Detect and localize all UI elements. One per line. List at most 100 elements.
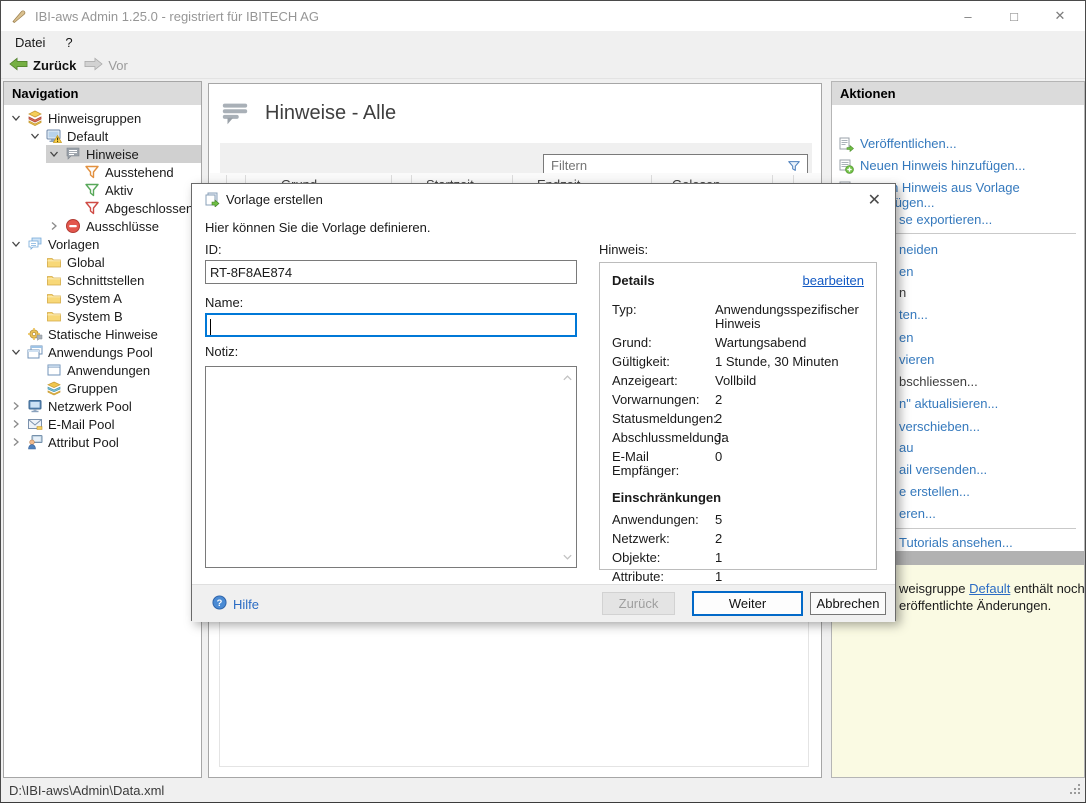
menu-datei[interactable]: Datei: [5, 35, 55, 50]
close-button[interactable]: ✕: [1037, 1, 1083, 31]
scroll-up-icon[interactable]: [562, 370, 573, 385]
id-field[interactable]: [205, 260, 577, 284]
notification-text: enthält noch: [1010, 581, 1084, 596]
action-neiden[interactable]: neiden: [899, 242, 938, 258]
id-label: ID:: [205, 242, 222, 257]
sidebar-item-hinweise[interactable]: Hinweise: [4, 145, 201, 163]
sidebar-item-label: Anwendungs Pool: [48, 345, 153, 360]
sidebar-item-aktiv[interactable]: Aktiv: [4, 181, 201, 199]
resize-grip[interactable]: [1068, 782, 1082, 799]
sidebar-item-netzwerk-pool[interactable]: Netzwerk Pool: [4, 397, 201, 415]
dialog-subtitle: Hier können Sie die Vorlage definieren.: [205, 220, 430, 235]
sidebar-item-label: Netzwerk Pool: [48, 399, 132, 414]
hilfe-link[interactable]: ? Hilfe: [212, 595, 259, 613]
dialog-close-icon[interactable]: ✕: [868, 190, 881, 210]
detail-label: Objekte:: [612, 551, 715, 565]
data-file-path: D:\IBI-aws\Admin\Data.xml: [9, 783, 164, 798]
name-field[interactable]: [205, 313, 577, 337]
filter-input[interactable]: [544, 158, 787, 173]
app-logo-icon: [11, 8, 27, 24]
action-eren[interactable]: eren...: [899, 506, 936, 522]
details-row: Vorwarnungen:2: [612, 393, 864, 407]
forward-button[interactable]: Vor: [84, 57, 128, 74]
folder-icon: [46, 272, 62, 288]
detail-value: 1: [715, 570, 864, 584]
action-se-exportieren[interactable]: se exportieren...: [899, 212, 992, 228]
chevron-right-icon[interactable]: [10, 418, 27, 430]
detail-label: Abschlussmeldung:: [612, 431, 715, 445]
filter-funnel-icon[interactable]: [787, 159, 801, 173]
details-row: E-Mail Empfänger:0: [612, 450, 864, 478]
detail-label: E-Mail Empfänger:: [612, 450, 715, 478]
notiz-scrollbar[interactable]: [559, 368, 575, 566]
action-ail-versenden[interactable]: ail versenden...: [899, 462, 987, 478]
sidebar-item-system-b[interactable]: System B: [4, 307, 201, 325]
sidebar-item-schnittstellen[interactable]: Schnittstellen: [4, 271, 201, 289]
action-vieren[interactable]: vieren: [899, 352, 934, 368]
sidebar-item-attribut-pool[interactable]: Attribut Pool: [4, 433, 201, 451]
action-neuen-hinweis-hinzufügen[interactable]: Neuen Hinweis hinzufügen...: [838, 158, 1026, 174]
menu-help[interactable]: ?: [55, 35, 82, 50]
sidebar-item-vorlagen[interactable]: Vorlagen: [4, 235, 201, 253]
notiz-label: Notiz:: [205, 344, 238, 359]
chevron-right-icon[interactable]: [48, 220, 65, 232]
abbrechen-button[interactable]: Abbrechen: [810, 592, 886, 615]
sidebar-item-label: Ausstehend: [105, 165, 174, 180]
detail-label: Attribute:: [612, 570, 715, 584]
sidebar-item-default[interactable]: Default: [4, 127, 201, 145]
sidebar-item-hinweisgruppen[interactable]: Hinweisgruppen: [4, 109, 201, 127]
sidebar-item-statische-hinweise[interactable]: Statische Hinweise: [4, 325, 201, 343]
action-e-erstellen[interactable]: e erstellen...: [899, 484, 970, 500]
folder-icon: [46, 308, 62, 324]
sidebar-item-anwendungen[interactable]: Anwendungen: [4, 361, 201, 379]
sidebar-item-anwendungs-pool[interactable]: Anwendungs Pool: [4, 343, 201, 361]
back-button[interactable]: Zurück: [9, 57, 76, 74]
action-au[interactable]: au: [899, 440, 913, 456]
sidebar-item-abgeschlossen[interactable]: Abgeschlossen: [4, 199, 201, 217]
action-n-aktualisieren[interactable]: n" aktualisieren...: [899, 396, 998, 412]
detail-value: Anwendungsspezifischer Hinweis: [715, 303, 864, 331]
sidebar-item-system-a[interactable]: System A: [4, 289, 201, 307]
scroll-down-icon[interactable]: [562, 549, 573, 564]
action-en[interactable]: en: [899, 330, 913, 346]
minimize-button[interactable]: –: [945, 1, 991, 31]
default-group-link[interactable]: Default: [969, 581, 1010, 596]
action-ten[interactable]: ten...: [899, 307, 928, 323]
bearbeiten-link[interactable]: bearbeiten: [803, 273, 864, 288]
sidebar-item-global[interactable]: Global: [4, 253, 201, 271]
chevron-down-icon[interactable]: [48, 148, 65, 160]
action-label: Veröffentlichen...: [860, 136, 957, 152]
detail-label: Anzeigeart:: [612, 374, 715, 388]
chevron-down-icon[interactable]: [10, 346, 27, 358]
action-verschieben[interactable]: verschieben...: [899, 419, 980, 435]
sidebar-item-label: Hinweise: [86, 147, 139, 162]
sidebar-item-label: Default: [67, 129, 108, 144]
einschraenkungen-rows: Anwendungen:5Netzwerk:2Objekte:1Attribut…: [612, 513, 864, 584]
chevron-down-icon[interactable]: [10, 112, 27, 124]
action-en[interactable]: en: [899, 264, 913, 280]
chevron-down-icon[interactable]: [10, 238, 27, 250]
sidebar-item-ausstehend[interactable]: Ausstehend: [4, 163, 201, 181]
sidebar-item-e-mail-pool[interactable]: E-Mail Pool: [4, 415, 201, 433]
hilfe-label: Hilfe: [233, 597, 259, 612]
sidebar-item-gruppen[interactable]: Gruppen: [4, 379, 201, 397]
sidebar-item-label: Statische Hinweise: [48, 327, 158, 342]
sidebar-item-label: Ausschlüsse: [86, 219, 159, 234]
folder-icon: [46, 254, 62, 270]
forward-arrow-icon: [84, 57, 103, 74]
details-row: Gültigkeit:1 Stunde, 30 Minuten: [612, 355, 864, 369]
weiter-button[interactable]: Weiter: [692, 591, 803, 616]
navigation-header: Navigation: [4, 82, 201, 105]
action-tutorials-ansehen[interactable]: Tutorials ansehen...: [899, 535, 1013, 551]
action-veröffentlichen[interactable]: Veröffentlichen...: [838, 136, 957, 152]
group-icon: [27, 110, 43, 126]
maximize-button[interactable]: □: [991, 1, 1037, 31]
forward-label: Vor: [108, 58, 128, 73]
sidebar-item-ausschl-sse[interactable]: Ausschlüsse: [4, 217, 201, 235]
einschraenkungen-row: Netzwerk:2: [612, 532, 864, 546]
details-rows: Typ:Anwendungsspezifischer HinweisGrund:…: [612, 303, 864, 478]
chevron-right-icon[interactable]: [10, 400, 27, 412]
chevron-right-icon[interactable]: [10, 436, 27, 448]
chevron-down-icon[interactable]: [29, 130, 46, 142]
notiz-field[interactable]: [205, 366, 577, 568]
